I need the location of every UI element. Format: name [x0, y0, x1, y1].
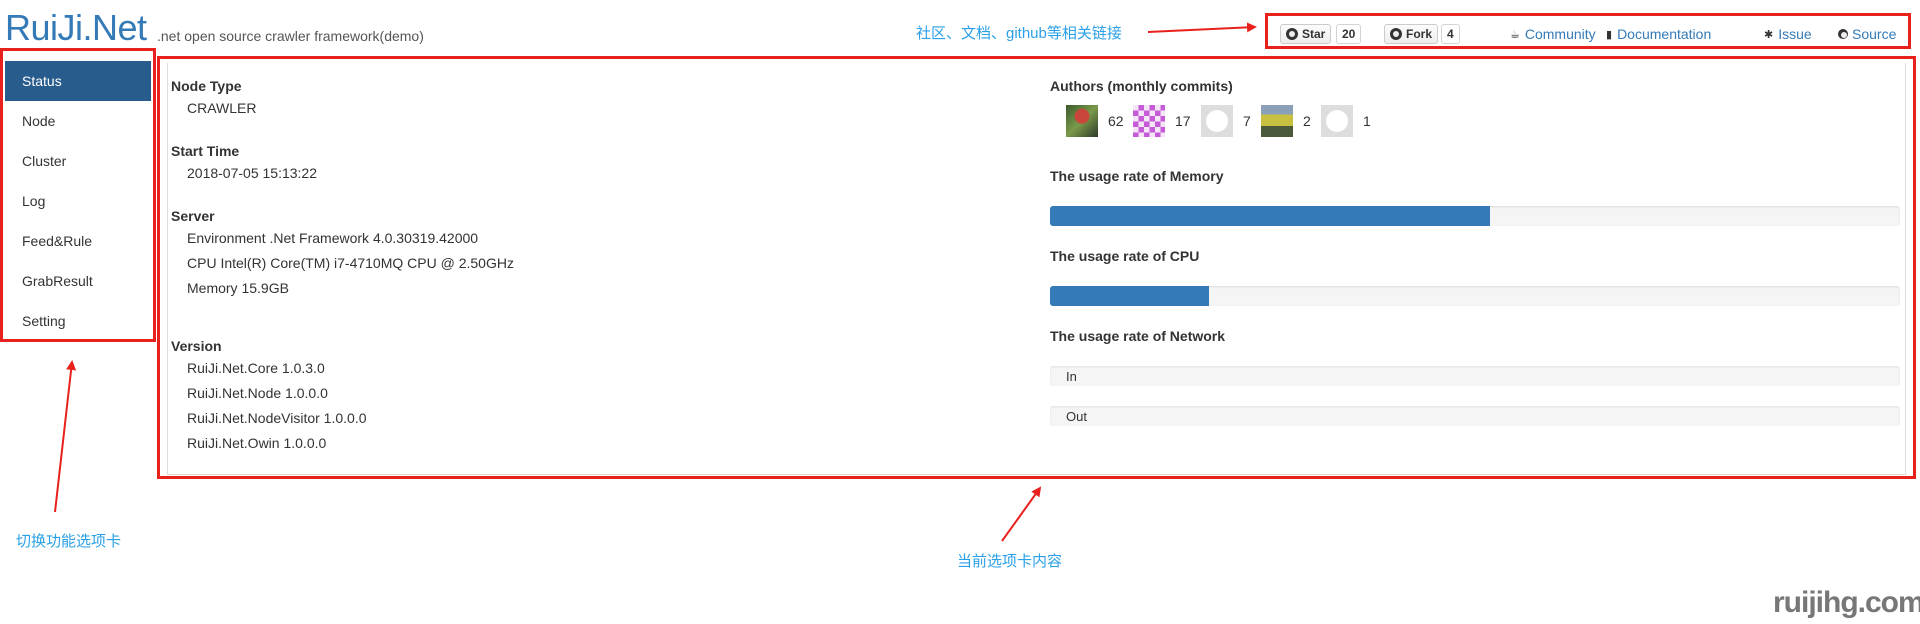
- sidebar-item-cluster[interactable]: Cluster: [5, 141, 151, 181]
- sidebar-item-status[interactable]: Status: [5, 61, 151, 101]
- github-icon: [1390, 28, 1402, 40]
- author-commits: 62: [1108, 113, 1124, 129]
- community-label: Community: [1524, 26, 1596, 42]
- memory-usage-fill: [1050, 206, 1491, 226]
- network-in-bar: In: [1050, 366, 1900, 386]
- github-icon: [1286, 28, 1298, 40]
- authors-label: Authors (monthly commits): [1050, 78, 1233, 94]
- version-owin: RuiJi.Net.Owin 1.0.0.0: [187, 435, 327, 451]
- version-node-visitor: RuiJi.Net.NodeVisitor 1.0.0.0: [187, 410, 367, 426]
- github-default-avatar: [1321, 105, 1353, 137]
- version-label: Version: [171, 338, 222, 354]
- brand-logo[interactable]: RuiJi.Net: [5, 8, 147, 48]
- node-type-value: CRAWLER: [187, 100, 257, 116]
- network-in-label: In: [1066, 369, 1077, 384]
- github-default-avatar: [1201, 105, 1233, 137]
- sidebar-item-log[interactable]: Log: [5, 181, 151, 221]
- github-fork-button[interactable]: Fork: [1384, 24, 1439, 44]
- sidebar-nav: Status Node Cluster Log Feed&Rule GrabRe…: [0, 48, 156, 342]
- network-usage-label: The usage rate of Network: [1050, 328, 1226, 344]
- version-node: RuiJi.Net.Node 1.0.0.0: [187, 385, 328, 401]
- issue-link[interactable]: ✱ Issue: [1764, 24, 1812, 44]
- cpu-usage-fill: [1050, 286, 1209, 306]
- author-item[interactable]: 17: [1133, 105, 1191, 137]
- sidebar-item-node[interactable]: Node: [5, 101, 151, 141]
- identicon-avatar: [1133, 105, 1165, 137]
- annotation-links-text: 社区、文档、github等相关链接: [916, 25, 1122, 42]
- photo-avatar: [1066, 105, 1098, 137]
- github-icon: [1838, 29, 1848, 39]
- version-core: RuiJi.Net.Core 1.0.3.0: [187, 360, 325, 376]
- author-item[interactable]: 2: [1261, 105, 1311, 137]
- server-memory: Memory 15.9GB: [187, 280, 289, 296]
- start-time-value: 2018-07-05 15:13:22: [187, 165, 317, 181]
- author-item[interactable]: 1: [1321, 105, 1371, 137]
- coffee-icon: ☕: [1510, 28, 1520, 41]
- cpu-usage-bar: [1050, 286, 1900, 306]
- issue-label: Issue: [1778, 26, 1812, 42]
- book-icon: ▮: [1606, 28, 1613, 41]
- memory-usage-bar: [1050, 206, 1900, 226]
- server-label: Server: [171, 208, 215, 224]
- github-star-button[interactable]: Star: [1280, 24, 1332, 44]
- author-commits: 17: [1175, 113, 1191, 129]
- annotation-content-text: 当前选项卡内容: [957, 553, 1063, 570]
- fork-count[interactable]: 4: [1441, 24, 1460, 44]
- annotation-tabs-text: 切换功能选项卡: [16, 533, 122, 550]
- arrow-tabs: [54, 360, 77, 513]
- arrow-content: [1001, 486, 1042, 542]
- star-label: Star: [1302, 27, 1326, 41]
- arrow-links: [1147, 22, 1257, 33]
- network-out-bar: Out: [1050, 406, 1900, 426]
- memory-usage-label: The usage rate of Memory: [1050, 168, 1224, 184]
- top-links-bar: Star 20 Fork 4 ☕ Community ▮ Documentati…: [1265, 13, 1911, 49]
- start-time-label: Start Time: [171, 143, 240, 159]
- author-item[interactable]: 7: [1201, 105, 1251, 137]
- author-commits: 7: [1243, 113, 1251, 129]
- author-item[interactable]: 62: [1066, 105, 1124, 137]
- documentation-link[interactable]: ▮ Documentation: [1606, 24, 1711, 44]
- star-count[interactable]: 20: [1336, 24, 1362, 44]
- author-commits: 1: [1363, 113, 1371, 129]
- bug-icon: ✱: [1764, 28, 1774, 41]
- watermark: ruijihg.com: [1773, 586, 1920, 619]
- node-type-label: Node Type: [171, 78, 242, 94]
- sidebar-item-setting[interactable]: Setting: [5, 301, 151, 341]
- network-out-label: Out: [1066, 409, 1087, 424]
- source-label: Source: [1852, 26, 1897, 42]
- sidebar-item-grab-result[interactable]: GrabResult: [5, 261, 151, 301]
- brand-tagline: .net open source crawler framework(demo): [157, 28, 424, 44]
- sidebar-item-feed-rule[interactable]: Feed&Rule: [5, 221, 151, 261]
- source-link[interactable]: Source: [1838, 24, 1896, 44]
- server-environment: Environment .Net Framework 4.0.30319.420…: [187, 230, 479, 246]
- cpu-usage-label: The usage rate of CPU: [1050, 248, 1200, 264]
- fork-label: Fork: [1406, 27, 1433, 41]
- server-cpu: CPU Intel(R) Core(TM) i7-4710MQ CPU @ 2.…: [187, 255, 514, 271]
- documentation-label: Documentation: [1617, 26, 1712, 42]
- author-commits: 2: [1303, 113, 1311, 129]
- photo-avatar: [1261, 105, 1293, 137]
- community-link[interactable]: ☕ Community: [1510, 24, 1596, 44]
